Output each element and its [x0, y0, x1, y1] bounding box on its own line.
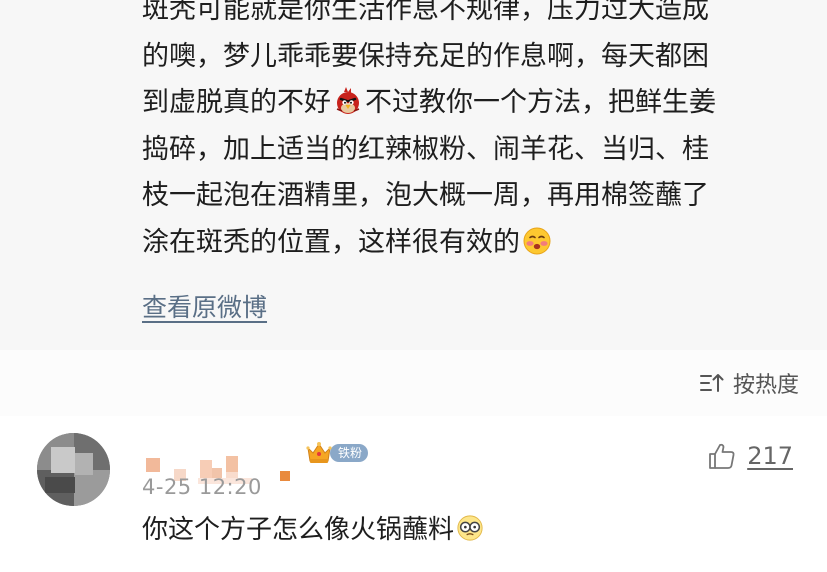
crown-icon — [306, 442, 332, 463]
comment-item: 铁粉 4-25 12:20 你这个方子怎么像火锅蘸料 217 — [0, 416, 827, 572]
original-post-card: 斑秃可能就是你生活作息不规律，压力过大造成 的噢，梦儿乖乖要保持充足的作息啊，每… — [0, 0, 827, 350]
glasses-face-emoji-icon — [457, 515, 483, 541]
post-text-line: 到虚脱真的不好 不过教你一个方法，把鲜生姜 — [142, 87, 716, 118]
post-text-line: 枝一起泡在酒精里，泡大概一周，再用棉签蘸了 — [142, 180, 709, 211]
sort-label: 按热度 — [732, 373, 799, 398]
avatar[interactable] — [37, 433, 110, 506]
blushing-face-emoji-icon — [523, 227, 551, 254]
post-text-line: 涂在斑秃的位置，这样很有效的 — [142, 220, 812, 267]
comment-text: 你这个方子怎么像火锅蘸料 — [142, 509, 486, 546]
sort-by-popularity-button[interactable]: 按热度 — [699, 368, 799, 398]
comment-timestamp: 4-25 12:20 — [142, 475, 262, 499]
angry-bird-emoji-icon — [336, 87, 360, 114]
fan-badge[interactable]: 铁粉 — [304, 440, 369, 466]
post-text: 斑秃可能就是你生活作息不规律，压力过大造成 的噢，梦儿乖乖要保持充足的作息啊，每… — [142, 0, 812, 266]
sort-icon — [699, 374, 724, 392]
post-text-line: 的噢，梦儿乖乖要保持充足的作息啊，每天都困 — [142, 40, 709, 72]
like-count: 217 — [747, 442, 793, 470]
post-text-line: 斑秃可能就是你生活作息不规律，压力过大造成 — [142, 0, 709, 25]
post-text-line: 捣碎，加上适当的红辣椒粉、闹羊花、当归、桂 — [142, 133, 709, 165]
like-button[interactable]: 217 — [707, 440, 793, 472]
thumbs-up-icon — [709, 443, 735, 469]
comment-sort-bar: 按热度 — [0, 350, 827, 416]
fan-badge-label: 铁粉 — [330, 444, 369, 462]
view-original-post-link[interactable]: 查看原微博 — [142, 288, 267, 324]
